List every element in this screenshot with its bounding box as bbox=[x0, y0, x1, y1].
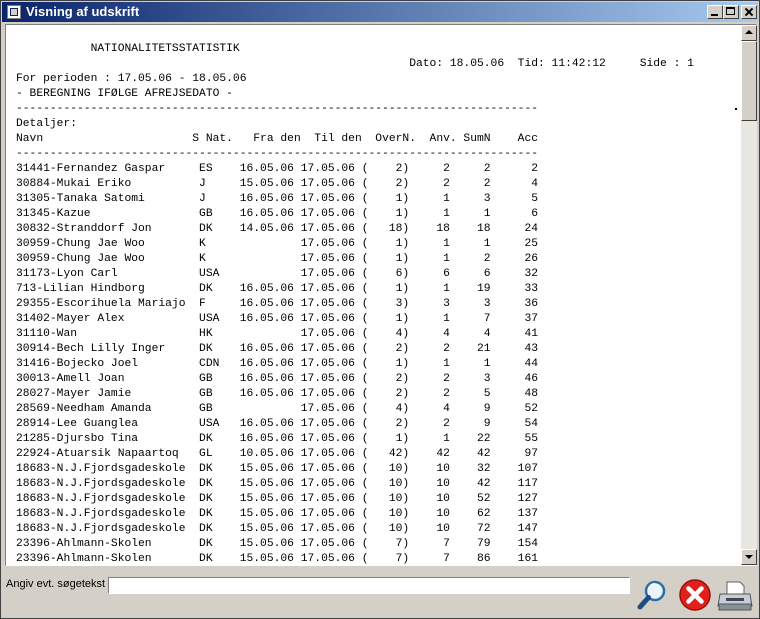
minimize-button[interactable] bbox=[707, 5, 723, 19]
title-bar[interactable]: Visning af udskrift bbox=[2, 2, 758, 22]
preview-window: Visning af udskrift NATIONALITETSSTATIST… bbox=[0, 0, 760, 619]
report-page[interactable]: NATIONALITETSSTATISTIK Dato: 18.05.06 Ti… bbox=[6, 25, 741, 565]
report-viewer: NATIONALITETSSTATISTIK Dato: 18.05.06 Ti… bbox=[5, 24, 757, 566]
report-text: NATIONALITETSSTATISTIK Dato: 18.05.06 Ti… bbox=[16, 43, 694, 565]
scroll-thumb[interactable] bbox=[741, 41, 757, 121]
print-button[interactable] bbox=[716, 576, 754, 614]
window-title: Visning af udskrift bbox=[26, 4, 140, 19]
printer-icon bbox=[717, 581, 753, 611]
red-x-icon bbox=[679, 579, 711, 611]
maximize-button[interactable] bbox=[723, 5, 739, 19]
scroll-up-button[interactable] bbox=[741, 25, 757, 41]
magnifier-icon bbox=[637, 580, 666, 610]
search-label: Angiv evt. søgetekst bbox=[6, 578, 106, 590]
close-window-button[interactable] bbox=[741, 5, 757, 19]
report-dot bbox=[735, 108, 737, 110]
scroll-down-button[interactable] bbox=[741, 549, 757, 565]
window-app-icon bbox=[7, 5, 21, 19]
close-button[interactable] bbox=[676, 576, 714, 614]
search-button[interactable] bbox=[634, 576, 672, 614]
search-input[interactable] bbox=[108, 577, 630, 594]
vertical-scrollbar[interactable] bbox=[741, 25, 757, 565]
